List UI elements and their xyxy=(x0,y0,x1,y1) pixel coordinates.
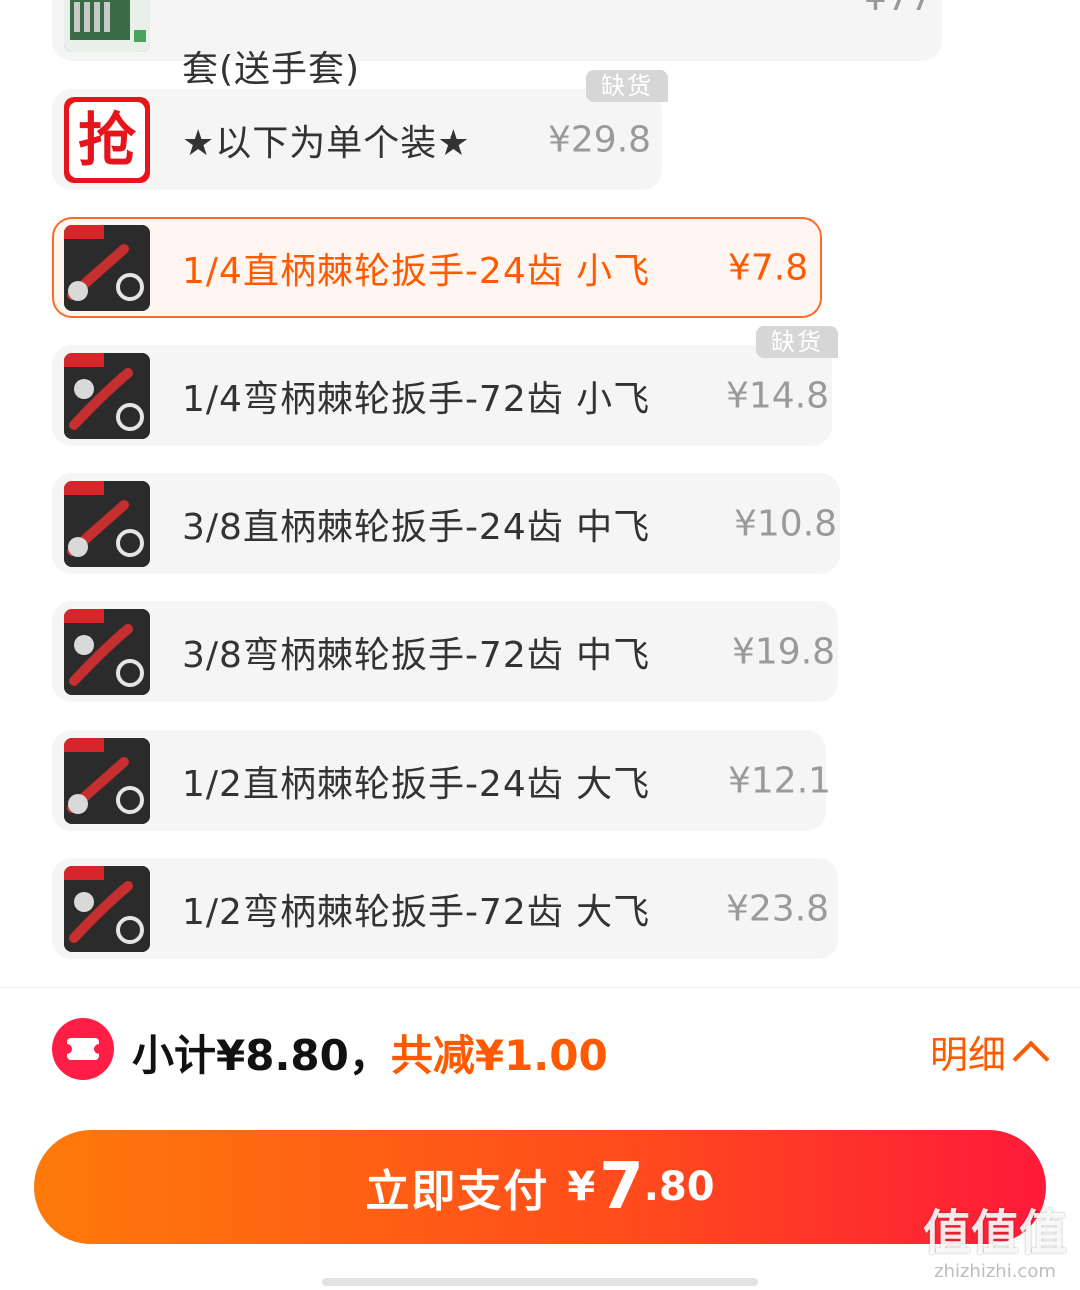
sku-option[interactable]: 缺货 1/4弯柄棘轮扳手-72齿 小飞 ¥14.8 xyxy=(52,326,838,446)
sku-name: ★以下为单个装★ xyxy=(182,122,471,164)
sku-price: ¥12.1 xyxy=(728,760,832,801)
sku-name: 3/8弯柄棘轮扳手-72齿 中飞 xyxy=(182,634,651,676)
sku-option[interactable]: 3/8直柄棘轮扳手-24齿 中飞 ¥10.8 xyxy=(52,473,840,574)
tool-set-thumb xyxy=(64,0,150,52)
coupon-ticket-icon[interactable] xyxy=(52,1018,114,1080)
watermark-url: zhizhizhi.com xyxy=(934,1261,1056,1282)
pay-label: 立即支付 xyxy=(365,1166,550,1217)
sku-price: ¥7.8 xyxy=(728,247,809,288)
sku-price: ¥10.8 xyxy=(734,503,838,544)
sku-name: 1/2弯柄棘轮扳手-72齿 大飞 xyxy=(182,891,651,933)
detail-label: 明细 xyxy=(929,1033,1006,1077)
sku-price: ¥14.8 xyxy=(726,375,830,416)
sku-price: ¥29.8 xyxy=(548,119,652,160)
discount-amount: 共减¥1.00 xyxy=(390,1031,608,1080)
sku-name: 1/4直柄棘轮扳手-24齿 小飞 xyxy=(182,250,651,292)
detail-toggle-button[interactable]: 明细 xyxy=(929,1024,1050,1079)
sku-name: 1/4弯柄棘轮扳手-72齿 小飞 xyxy=(182,378,651,420)
subtotal-text: 小计¥8.80，共减¥1.00 xyxy=(132,1022,608,1083)
home-indicator[interactable] xyxy=(322,1278,758,1286)
watermark: 值值值 zhizhizhi.com xyxy=(920,1204,1070,1282)
sku-option-single-header[interactable]: 缺货 抢 ★以下为单个装★ ¥29.8 xyxy=(52,70,668,190)
ratchet-thumb xyxy=(64,737,150,824)
ratchet-thumb xyxy=(64,480,150,567)
pay-now-button[interactable]: 立即支付 ¥ 7 .80 xyxy=(34,1130,1046,1244)
sku-price: ¥19.8 xyxy=(732,631,836,672)
sku-name: 1/2直柄棘轮扳手-24齿 大飞 xyxy=(182,763,651,805)
ratchet-thumb xyxy=(64,608,150,695)
pay-amount-decimal: .80 xyxy=(643,1164,715,1210)
sku-price: ¥77 xyxy=(864,0,933,19)
subtotal-amount: 小计¥8.80， xyxy=(132,1031,391,1080)
sku-option-tool-set[interactable]: 套(送手套) ¥77 xyxy=(52,0,942,90)
out-of-stock-badge: 缺货 xyxy=(756,326,838,358)
qiang-icon: 抢 xyxy=(64,96,150,183)
watermark-title: 值值值 xyxy=(922,1205,1067,1261)
sku-option[interactable]: 1/2弯柄棘轮扳手-72齿 大飞 ¥23.8 xyxy=(52,858,838,959)
qiang-glyph: 抢 xyxy=(69,101,145,178)
pay-amount-integer: 7 xyxy=(599,1150,644,1224)
out-of-stock-badge: 缺货 xyxy=(586,70,668,102)
ratchet-thumb xyxy=(64,865,150,952)
ratchet-thumb xyxy=(64,352,150,439)
sku-option[interactable]: 3/8弯柄棘轮扳手-72齿 中飞 ¥19.8 xyxy=(52,601,838,702)
sku-price: ¥23.8 xyxy=(726,888,830,929)
chevron-up-icon xyxy=(1012,1040,1050,1077)
sku-option[interactable]: 1/2直柄棘轮扳手-24齿 大飞 ¥12.1 xyxy=(52,730,831,831)
order-summary: 小计¥8.80，共减¥1.00 明细 xyxy=(0,1008,1080,1092)
sku-name: 3/8直柄棘轮扳手-24齿 中飞 xyxy=(182,506,651,548)
pay-currency: ¥ xyxy=(567,1164,596,1210)
checkout-page: 套(送手套) ¥77 缺货 抢 ★以下为单个装★ ¥29.8 1/4直柄棘轮扳手… xyxy=(0,0,1080,1290)
sku-name: 套(送手套) xyxy=(182,49,361,90)
sku-option-selected[interactable]: 1/4直柄棘轮扳手-24齿 小飞 ¥7.8 xyxy=(52,217,822,318)
divider xyxy=(0,987,1080,988)
ratchet-thumb xyxy=(64,224,150,311)
